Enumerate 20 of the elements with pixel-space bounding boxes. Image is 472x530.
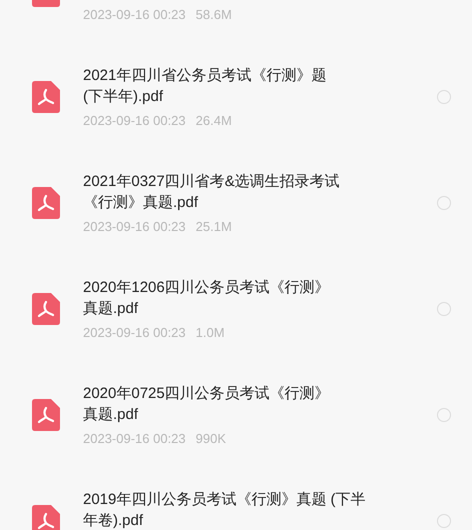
file-size: 990K bbox=[196, 430, 226, 448]
select-radio[interactable] bbox=[437, 302, 451, 316]
file-size: 1.0M bbox=[196, 324, 225, 342]
select-radio[interactable] bbox=[437, 514, 451, 528]
file-name[interactable]: 2020年0725四川公务员考试《行测》 真题.pdf bbox=[83, 382, 330, 424]
file-size: 25.1M bbox=[196, 218, 232, 236]
file-date: 2023-09-16 00:23 bbox=[83, 430, 186, 448]
file-size: 58.6M bbox=[196, 6, 232, 24]
file-name[interactable]: 2020年1206四川公务员考试《行测》 真题.pdf bbox=[83, 276, 330, 318]
file-date: 2023-09-16 00:23 bbox=[83, 324, 186, 342]
select-radio[interactable] bbox=[437, 408, 451, 422]
select-radio[interactable] bbox=[437, 90, 451, 104]
file-name[interactable]: 2021年四川省公务员考试《行测》题 (下半年).pdf bbox=[83, 64, 326, 106]
file-date: 2023-09-16 00:23 bbox=[83, 218, 186, 236]
file-size: 26.4M bbox=[196, 112, 232, 130]
select-radio[interactable] bbox=[437, 196, 451, 210]
file-date: 2023-09-16 00:23 bbox=[83, 112, 186, 130]
file-name[interactable]: 2019年四川公务员考试《行测》真题 (下半 年卷).pdf bbox=[83, 488, 366, 530]
file-name[interactable]: 2021年0327四川省考&选调生招录考试 《行测》真题.pdf bbox=[83, 170, 340, 212]
file-date: 2023-09-16 00:23 bbox=[83, 6, 186, 24]
